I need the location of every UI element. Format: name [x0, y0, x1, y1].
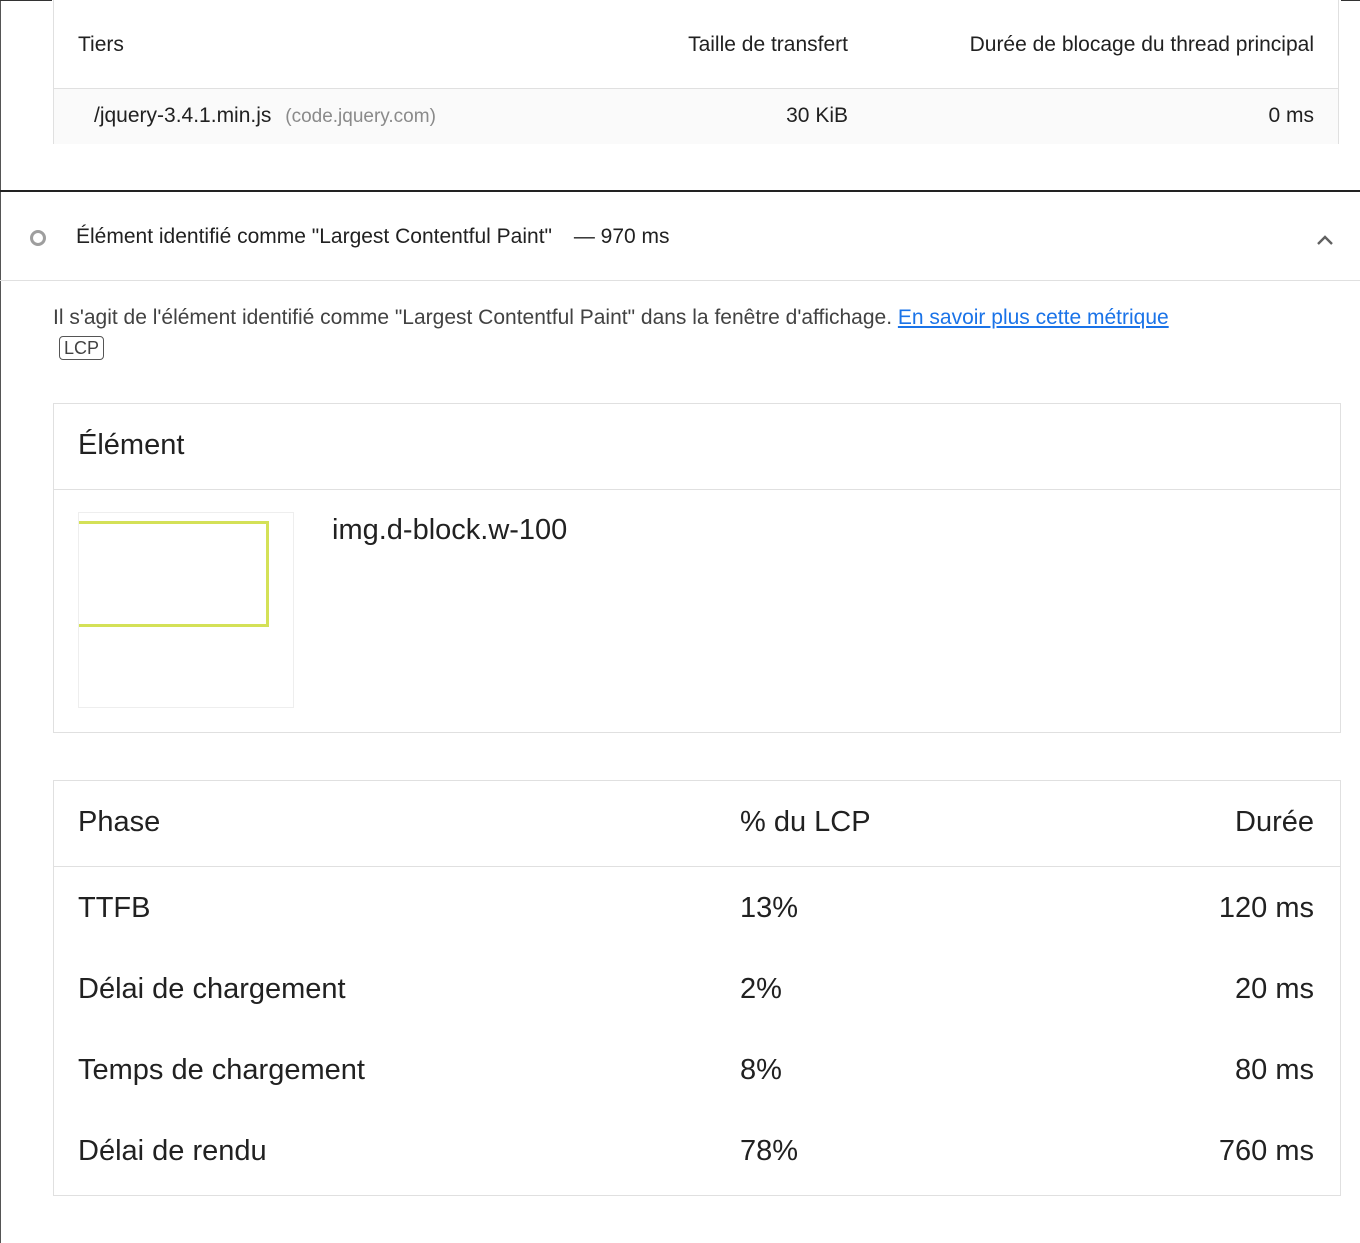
- element-selector: img.d-block.w-100: [332, 514, 568, 546]
- column-header-duration: Durée: [1235, 806, 1314, 838]
- blocking-time-value: 0 ms: [1268, 104, 1314, 127]
- lcp-phase-table: Phase % du LCP Durée TTFB 13% 120 ms Dél…: [53, 780, 1341, 1196]
- description-text: Il s'agit de l'élément identifié comme "…: [53, 306, 893, 329]
- column-header-element: Élément: [78, 429, 185, 461]
- phase-duration: 760 ms: [1218, 1135, 1314, 1167]
- phase-duration: 80 ms: [1235, 1054, 1314, 1086]
- audit-display-value: — 970 ms: [573, 225, 670, 248]
- table-header: Élément: [54, 404, 1340, 490]
- table-header: Tiers Taille de transfert Durée de bloca…: [54, 0, 1338, 89]
- phase-name: TTFB: [78, 892, 151, 924]
- lcp-badge: LCP: [59, 336, 105, 360]
- audit-title: Élément identifié comme "Largest Content…: [76, 225, 670, 249]
- phase-duration: 120 ms: [1218, 892, 1314, 924]
- phase-percent: 13%: [740, 892, 799, 924]
- phase-percent: 2%: [740, 973, 782, 1005]
- table-row: Temps de chargement 8% 80 ms: [54, 1029, 1340, 1110]
- phase-percent: 8%: [740, 1054, 782, 1086]
- element-highlight-box: [79, 521, 269, 627]
- circle-icon: [30, 230, 46, 246]
- frame-top-border: [1341, 0, 1360, 1]
- element-screenshot-thumbnail[interactable]: [78, 512, 294, 708]
- audit-title-text: Élément identifié comme "Largest Content…: [76, 225, 552, 248]
- column-header-phase: Phase: [78, 806, 161, 838]
- resource-url-text: /jquery-3.4.1.min.js: [94, 104, 272, 127]
- transfer-size-value: 30 KiB: [786, 104, 848, 127]
- phase-name: Délai de rendu: [78, 1135, 267, 1167]
- frame-top-border: [0, 0, 52, 1]
- column-header-percent: % du LCP: [740, 806, 871, 838]
- table-row: Délai de rendu 78% 760 ms: [54, 1110, 1340, 1191]
- table-row: TTFB 13% 120 ms: [54, 867, 1340, 948]
- column-header-blocking-time: Durée de blocage du thread principal: [969, 33, 1314, 56]
- table-header: Phase % du LCP Durée: [54, 781, 1340, 867]
- table-row: /jquery-3.4.1.min.js (code.jquery.com) 3…: [54, 89, 1338, 144]
- resource-url: /jquery-3.4.1.min.js (code.jquery.com): [94, 104, 436, 128]
- column-header-tier: Tiers: [78, 33, 124, 56]
- phase-name: Délai de chargement: [78, 973, 346, 1005]
- phase-percent: 78%: [740, 1135, 799, 1167]
- table-row: Délai de chargement 2% 20 ms: [54, 948, 1340, 1029]
- chevron-up-icon[interactable]: [1314, 232, 1336, 248]
- phase-name: Temps de chargement: [78, 1054, 365, 1086]
- third-party-table: Tiers Taille de transfert Durée de bloca…: [53, 0, 1339, 144]
- audit-header[interactable]: Élément identifié comme "Largest Content…: [0, 192, 1360, 281]
- element-table: Élément img.d-block.w-100: [53, 403, 1341, 733]
- phase-duration: 20 ms: [1235, 973, 1314, 1005]
- learn-more-link[interactable]: En savoir plus cette métrique: [898, 306, 1169, 329]
- frame-left-border: [0, 0, 1, 1243]
- resource-host: (code.jquery.com): [285, 106, 436, 127]
- column-header-transfer-size: Taille de transfert: [688, 33, 848, 56]
- audit-description: Il s'agit de l'élément identifié comme "…: [53, 303, 1343, 363]
